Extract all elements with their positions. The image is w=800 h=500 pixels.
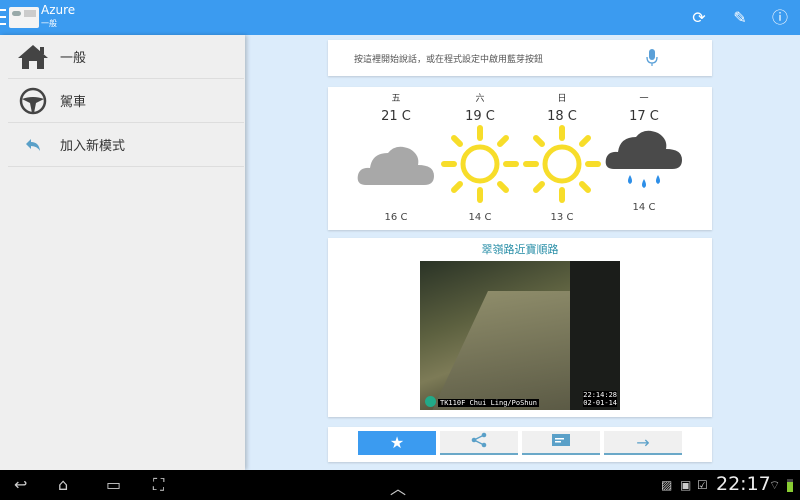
camera-time: 22:14:28	[583, 391, 617, 399]
star-icon: ★	[389, 432, 405, 452]
edit-icon[interactable]: ✎	[730, 8, 750, 28]
voice-hint: 按這裡開始說話，或在程式設定中啟用藍芽按鈕	[354, 55, 544, 65]
info-icon[interactable]: ⓘ	[770, 8, 790, 28]
sidebar-item-general[interactable]: 一般	[8, 35, 244, 79]
recent-apps-icon[interactable]: ▭	[106, 475, 121, 494]
high-temp: 18 C	[547, 109, 577, 124]
arrow-right-icon: →	[636, 432, 650, 452]
message-button[interactable]	[522, 431, 600, 455]
day-name: 日	[557, 94, 567, 104]
app-title: Azure	[41, 3, 76, 17]
sun-icon	[438, 124, 522, 204]
battery-icon	[787, 479, 793, 492]
gallery-icon: ▨	[661, 478, 673, 492]
camera-date: 02-01-14	[583, 399, 617, 407]
app-subtitle: 一般	[41, 19, 57, 28]
sun-icon	[520, 124, 604, 204]
rain-cloud-icon	[602, 124, 686, 204]
building-shape	[570, 261, 620, 410]
sidebar-item-label: 駕車	[60, 95, 87, 110]
home-nav-icon[interactable]: ⌂	[58, 475, 68, 494]
share-button[interactable]	[440, 431, 518, 455]
menu-icon[interactable]	[0, 9, 6, 25]
day-name: 五	[391, 94, 401, 104]
clock: 22:17	[716, 473, 771, 495]
chevron-up-icon[interactable]: ︿	[390, 475, 406, 499]
sidebar: 一般 駕車 加入新模式	[0, 35, 245, 470]
screenshot-icon[interactable]: ⛶	[153, 475, 164, 495]
next-button[interactable]: →	[604, 431, 682, 455]
camera-timestamp: 22:14:28 02-01-14	[583, 391, 617, 407]
low-temp: 13 C	[550, 212, 574, 223]
task-icon: ☑	[697, 478, 708, 492]
high-temp: 19 C	[465, 109, 495, 124]
sidebar-item-label: 一般	[60, 51, 87, 66]
camera-logo-icon	[425, 396, 436, 407]
cloud-icon	[354, 124, 438, 204]
forecast-day: 日 18 C 13 C	[520, 87, 604, 223]
share-icon	[471, 432, 487, 452]
action-bar: ★ →	[328, 427, 712, 462]
day-name: 一	[639, 94, 649, 104]
sidebar-item-add-mode[interactable]: 加入新模式	[8, 123, 244, 167]
weather-forecast-card: 五 21 C 16 C 六 19 C 14 C 日 18 C 13 C 一 17…	[328, 87, 712, 230]
low-temp: 16 C	[384, 212, 408, 223]
steering-wheel-icon	[8, 87, 58, 115]
system-navigation-bar: ↩ ⌂ ▭ ⛶ ︿ ▨ ▣ ☑ 22:17 ⌔	[0, 470, 800, 500]
camera-title: 翠嶺路近寶順路	[481, 243, 559, 256]
refresh-icon[interactable]: ⟳	[689, 8, 709, 28]
low-temp: 14 C	[632, 202, 656, 213]
message-icon	[552, 433, 570, 452]
forecast-day: 一 17 C 14 C	[602, 87, 686, 213]
voice-input-card[interactable]: 按這裡開始說話，或在程式設定中啟用藍芽按鈕	[328, 40, 712, 76]
forecast-day: 六 19 C 14 C	[438, 87, 522, 223]
google-plus-icon: ▣	[680, 478, 692, 492]
low-temp: 14 C	[468, 212, 492, 223]
traffic-camera-card: 翠嶺路近寶順路 TK110F Chui Ling/PoShun 22:14:28…	[328, 238, 712, 417]
sidebar-item-label: 加入新模式	[60, 139, 126, 154]
high-temp: 21 C	[381, 109, 411, 124]
camera-caption: TK110F Chui Ling/PoShun	[438, 399, 539, 407]
app-logo[interactable]	[9, 7, 39, 28]
high-temp: 17 C	[629, 109, 659, 124]
app-bar: Azure 一般 ⟳ ✎ ⓘ	[0, 0, 800, 35]
microphone-icon[interactable]	[646, 49, 658, 71]
wifi-icon: ⌔	[769, 478, 781, 492]
traffic-camera-image[interactable]: TK110F Chui Ling/PoShun 22:14:28 02-01-14	[420, 261, 620, 410]
reply-arrow-icon	[8, 138, 58, 152]
forecast-day: 五 21 C 16 C	[354, 87, 438, 223]
favorite-button[interactable]: ★	[358, 431, 436, 455]
sidebar-item-driving[interactable]: 駕車	[8, 79, 244, 123]
back-icon[interactable]: ↩	[14, 475, 27, 494]
day-name: 六	[475, 94, 485, 104]
home-icon	[8, 44, 58, 70]
